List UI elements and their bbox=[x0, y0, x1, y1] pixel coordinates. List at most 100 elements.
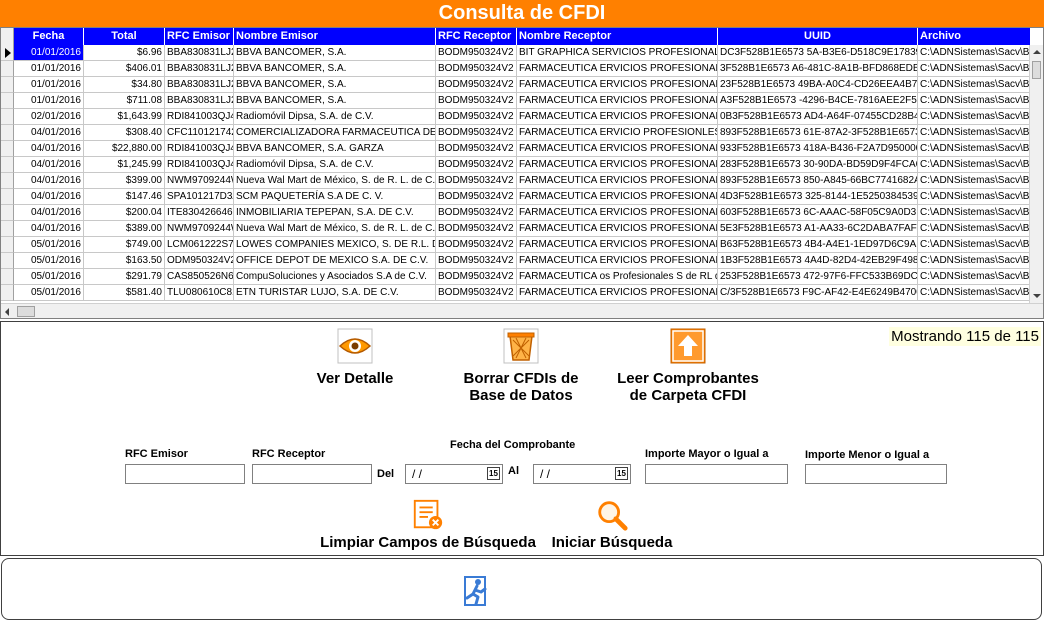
table-row[interactable]: 04/01/2016 $200.04 ITE830426646 INMOBILIARI… bbox=[1, 205, 1031, 221]
row-selector[interactable] bbox=[1, 141, 14, 157]
cell-uuid[interactable]: 1B3F528B1E6573 4A4D-82D4-42EB29F498 bbox=[718, 253, 918, 269]
cell-nombre-receptor[interactable]: FARMACEUTICA ERVICIOS PROFESIONAL bbox=[517, 61, 718, 77]
cell-nombre-emisor[interactable]: Nueva Wal Mart de México, S. de R. L. de… bbox=[234, 221, 436, 237]
table-row[interactable]: 01/01/2016 $34.80 BBA830831LJ2 BBVA BANCOME… bbox=[1, 77, 1031, 93]
cell-archivo[interactable]: C:\ADNSistemas\Sacv\BI bbox=[918, 93, 1031, 109]
cell-rfc-receptor[interactable]: BODM950324V2 bbox=[436, 285, 517, 301]
column-header-rfc-receptor[interactable]: RFC Receptor bbox=[436, 28, 517, 45]
cell-rfc-emisor[interactable]: LCM061222S74 bbox=[165, 237, 234, 253]
cell-archivo[interactable]: C:\ADNSistemas\Sacv\BI bbox=[918, 77, 1031, 93]
cell-rfc-emisor[interactable]: RDI841003QJ4 bbox=[165, 157, 234, 173]
cell-uuid[interactable]: 893F528B1E6573 61E-87A2-3F528B1E6573 bbox=[718, 125, 918, 141]
column-header-nombre-receptor[interactable]: Nombre Receptor bbox=[517, 28, 718, 45]
cell-nombre-emisor[interactable]: BBVA BANCOMER, S.A. bbox=[234, 61, 436, 77]
cell-uuid[interactable]: B63F528B1E6573 4B4-A4E1-1ED97D6C9AF2 bbox=[718, 237, 918, 253]
cell-nombre-emisor[interactable]: INMOBILIARIA TEPEPAN, S.A. DE C.V. bbox=[234, 205, 436, 221]
calendar-icon[interactable]: 15 bbox=[487, 467, 500, 480]
borrar-cfdis-button[interactable]: Borrar CFDIs de Base de Datos bbox=[447, 328, 595, 404]
cell-nombre-receptor[interactable]: FARMACEUTICA ERVICIOS PROFESIONAL bbox=[517, 141, 718, 157]
date-from-input[interactable]: / / 15 bbox=[405, 464, 503, 484]
table-row[interactable]: 01/01/2016 $406.01 BBA830831LJ2 BBVA BANCOM… bbox=[1, 61, 1031, 77]
cell-nombre-emisor[interactable]: OFFICE DEPOT DE MEXICO S.A. DE C.V. bbox=[234, 253, 436, 269]
row-selector[interactable] bbox=[1, 77, 14, 93]
cell-rfc-receptor[interactable]: BODM950324V2 bbox=[436, 157, 517, 173]
cell-rfc-receptor[interactable]: BODM950324V2 bbox=[436, 93, 517, 109]
table-row[interactable]: 04/01/2016 $147.46 SPA101217D3A SCM PAQUETE… bbox=[1, 189, 1031, 205]
cell-uuid[interactable]: 283F528B1E6573 30-90DA-BD59D9F4FCA6 bbox=[718, 157, 918, 173]
cell-rfc-receptor[interactable]: BODM950324V2 bbox=[436, 61, 517, 77]
cell-fecha[interactable]: 01/01/2016 bbox=[14, 61, 84, 77]
cell-fecha[interactable]: 04/01/2016 bbox=[14, 157, 84, 173]
cell-rfc-emisor[interactable]: ITE830426646 bbox=[165, 205, 234, 221]
cell-total[interactable]: $6.96 bbox=[84, 45, 165, 61]
cell-nombre-receptor[interactable]: FARMACEUTICA ERVICIOS PROFESIONAL bbox=[517, 189, 718, 205]
cell-uuid[interactable]: 5E3F528B1E6573 A1-AA33-6C2DABA7FAF4 bbox=[718, 221, 918, 237]
cell-fecha[interactable]: 05/01/2016 bbox=[14, 269, 84, 285]
cell-nombre-emisor[interactable]: COMERCIALIZADORA FARMACEUTICA DE bbox=[234, 125, 436, 141]
importe-menor-input[interactable] bbox=[805, 464, 947, 484]
cell-rfc-receptor[interactable]: BODM950324V2 bbox=[436, 77, 517, 93]
cell-nombre-receptor[interactable]: FARMACEUTICA ERVICIO PROFESIONLES bbox=[517, 125, 718, 141]
cell-nombre-receptor[interactable]: FARMACEUTICA ERVICIOS PROFESIONAL bbox=[517, 157, 718, 173]
cell-rfc-receptor[interactable]: BODM950324V2 bbox=[436, 45, 517, 61]
row-selector[interactable] bbox=[1, 253, 14, 269]
cell-fecha[interactable]: 01/01/2016 bbox=[14, 77, 84, 93]
cell-archivo[interactable]: C:\ADNSistemas\Sacv\BI bbox=[918, 189, 1031, 205]
cell-fecha[interactable]: 05/01/2016 bbox=[14, 253, 84, 269]
cell-rfc-emisor[interactable]: RDI841003QJ4 bbox=[165, 109, 234, 125]
horizontal-scroll-thumb[interactable] bbox=[17, 306, 35, 317]
row-selector[interactable] bbox=[1, 269, 14, 285]
importe-mayor-input[interactable] bbox=[645, 464, 788, 484]
vertical-scrollbar[interactable] bbox=[1029, 45, 1043, 303]
column-header-nombre-emisor[interactable]: Nombre Emisor bbox=[234, 28, 436, 45]
cell-archivo[interactable]: C:\ADNSistemas\Sacv\BI bbox=[918, 125, 1031, 141]
cell-archivo[interactable]: C:\ADNSistemas\Sacv\BI bbox=[918, 157, 1031, 173]
table-row[interactable]: 05/01/2016 $291.79 CAS850526N64 CompuSoluci… bbox=[1, 269, 1031, 285]
cell-archivo[interactable]: C:\ADNSistemas\Sacv\BI bbox=[918, 173, 1031, 189]
cell-rfc-emisor[interactable]: CAS850526N64 bbox=[165, 269, 234, 285]
cell-rfc-receptor[interactable]: BODM950324V2 bbox=[436, 189, 517, 205]
cell-rfc-receptor[interactable]: BODM950324V2 bbox=[436, 141, 517, 157]
cell-uuid[interactable]: 893F528B1E6573 850-A845-66BC7741682A bbox=[718, 173, 918, 189]
cell-uuid[interactable]: 23F528B1E6573 49BA-A0C4-CD26EEA4B754 bbox=[718, 77, 918, 93]
exit-running-man-icon[interactable] bbox=[461, 575, 493, 607]
cell-nombre-emisor[interactable]: BBVA BANCOMER, S.A. bbox=[234, 93, 436, 109]
vertical-scroll-thumb[interactable] bbox=[1032, 61, 1041, 79]
cell-fecha[interactable]: 04/01/2016 bbox=[14, 125, 84, 141]
scroll-left-arrow-icon[interactable] bbox=[5, 308, 9, 316]
cell-fecha[interactable]: 04/01/2016 bbox=[14, 141, 84, 157]
cell-nombre-emisor[interactable]: BBVA BANCOMER, S.A. bbox=[234, 77, 436, 93]
row-selector[interactable] bbox=[1, 237, 14, 253]
cell-rfc-receptor[interactable]: BODM950324V2 bbox=[436, 125, 517, 141]
cell-rfc-emisor[interactable]: TLU080610C81 bbox=[165, 285, 234, 301]
cell-rfc-emisor[interactable]: NWM9709244W4 bbox=[165, 173, 234, 189]
cell-uuid[interactable]: C/3F528B1E6573 F9C-AF42-E4E6249B4700 bbox=[718, 285, 918, 301]
scroll-up-arrow-icon[interactable] bbox=[1033, 50, 1041, 54]
cell-nombre-receptor[interactable]: FARMACEUTICA ERVICIOS PROFESIONAL bbox=[517, 93, 718, 109]
cell-rfc-emisor[interactable]: BBA830831LJ2 bbox=[165, 61, 234, 77]
cell-total[interactable]: $1,245.99 bbox=[84, 157, 165, 173]
table-row[interactable]: 04/01/2016 $308.40 CFC110121742 COMERCIALIZ… bbox=[1, 125, 1031, 141]
ver-detalle-button[interactable]: Ver Detalle bbox=[301, 328, 409, 387]
cell-archivo[interactable]: C:\ADNSistemas\Sacv\BI bbox=[918, 45, 1031, 61]
cell-total[interactable]: $200.04 bbox=[84, 205, 165, 221]
row-selector[interactable] bbox=[1, 221, 14, 237]
cell-fecha[interactable]: 01/01/2016 bbox=[14, 93, 84, 109]
cell-nombre-receptor[interactable]: BIT GRAPHICA SERVICIOS PROFESIONAL bbox=[517, 45, 718, 61]
cell-rfc-receptor[interactable]: BODM950324V2 bbox=[436, 109, 517, 125]
table-row[interactable]: 04/01/2016 $22,880.00 RDI841003QJ4 BBVA BAN… bbox=[1, 141, 1031, 157]
cell-nombre-receptor[interactable]: FARMACEUTICA ERVICIOS PROFESIONAL bbox=[517, 173, 718, 189]
cell-nombre-receptor[interactable]: FARMACEUTICA ERVICIOS PROFESIONAL bbox=[517, 77, 718, 93]
rfc-receptor-input[interactable] bbox=[252, 464, 372, 484]
cell-uuid[interactable]: 0B3F528B1E6573 AD4-A64F-07455CD28B42 bbox=[718, 109, 918, 125]
cell-uuid[interactable]: DC3F528B1E6573 5A-B3E6-D518C9E17839 bbox=[718, 45, 918, 61]
iniciar-busqueda-button[interactable]: Iniciar Búsqueda bbox=[545, 498, 679, 551]
cell-rfc-receptor[interactable]: BODM950324V2 bbox=[436, 269, 517, 285]
cell-uuid[interactable]: 253F528B1E6573 472-97F6-FFC533B69DC2 bbox=[718, 269, 918, 285]
cell-fecha[interactable]: 01/01/2016 bbox=[14, 45, 84, 61]
row-selector[interactable] bbox=[1, 109, 14, 125]
cell-total[interactable]: $711.08 bbox=[84, 93, 165, 109]
table-row[interactable]: 05/01/2016 $581.40 TLU080610C81 ETN TURISTA… bbox=[1, 285, 1031, 301]
cell-archivo[interactable]: C:\ADNSistemas\Sacv\BI bbox=[918, 141, 1031, 157]
column-header-total[interactable]: Total bbox=[84, 28, 165, 45]
